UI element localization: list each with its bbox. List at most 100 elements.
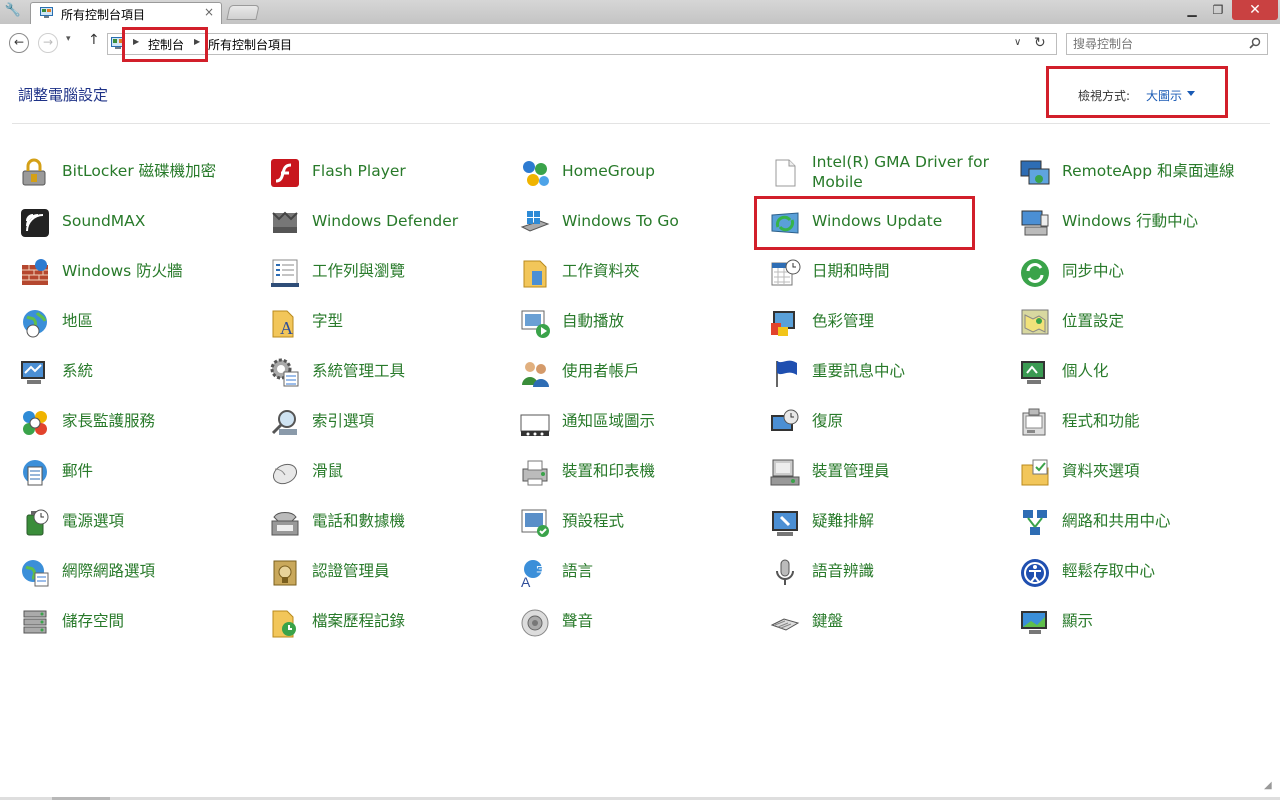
tab-control-panel[interactable]: 所有控制台項目 × [30,2,222,24]
item-ease-of-access[interactable]: 輕鬆存取中心 [1017,548,1267,598]
control-panel-icon [40,7,53,18]
item-remoteapp[interactable]: RemoteApp 和桌面連線 [1017,148,1267,198]
view-by-dropdown[interactable]: 大圖示 [1146,87,1182,104]
item-user-accounts[interactable]: 使用者帳戶 [517,348,767,398]
item-date-time[interactable]: 日期和時間 [767,248,1017,298]
item-label: 檔案歷程記錄 [312,612,406,630]
item-notification-area[interactable]: 通知區域圖示 [517,398,767,448]
item-firewall[interactable]: Windows 防火牆 [17,248,267,298]
family-safety-icon [19,407,51,439]
item-sync-center[interactable]: 同步中心 [1017,248,1267,298]
item-system[interactable]: 系統 [17,348,267,398]
forward-button[interactable]: → [38,33,58,53]
resize-grip-icon[interactable]: ◢ [1264,780,1272,791]
item-family-safety[interactable]: 家長監護服務 [17,398,267,448]
item-mail[interactable]: 郵件 [17,448,267,498]
item-storage-spaces[interactable]: 儲存空間 [17,598,267,648]
item-file-history[interactable]: 檔案歷程記錄 [267,598,517,648]
item-homegroup[interactable]: HomeGroup [517,148,767,198]
item-intel-driver[interactable]: Intel(R) GMA Driver for Mobile [767,148,1017,198]
item-label: 系統 [62,362,94,380]
breadcrumb-separator-icon[interactable]: ▶ [133,37,139,46]
item-label: 重要訊息中心 [812,362,906,380]
item-windows-update[interactable]: Windows Update [767,198,1017,248]
item-location[interactable]: 位置設定 [1017,298,1267,348]
item-bitlocker[interactable]: BitLocker 磁碟機加密 [17,148,267,198]
item-power-options[interactable]: 電源選項 [17,498,267,548]
item-defender[interactable]: Windows Defender [267,198,517,248]
minimize-button[interactable]: ▁ [1180,0,1204,20]
network-sharing-icon [1019,507,1051,539]
chevron-down-icon[interactable] [1187,91,1195,96]
address-bar[interactable]: ▶ 控制台 ▶ 所有控制台項目 ∨ ↻ [107,33,1057,55]
up-button[interactable]: ↑ [88,32,100,48]
item-soundmax[interactable]: SoundMAX [17,198,267,248]
item-devices-printers[interactable]: 裝置和印表機 [517,448,767,498]
item-speech-recognition[interactable]: 語音辨識 [767,548,1017,598]
item-language[interactable]: A 字語言 [517,548,767,598]
item-credential-manager[interactable]: 認證管理員 [267,548,517,598]
item-network-sharing[interactable]: 網路和共用中心 [1017,498,1267,548]
item-windows-to-go[interactable]: Windows To Go [517,198,767,248]
item-label: 日期和時間 [812,262,890,280]
breadcrumb-separator-icon[interactable]: ▶ [194,37,200,46]
item-personalization[interactable]: 個人化 [1017,348,1267,398]
search-input[interactable] [1073,36,1243,52]
item-color-management[interactable]: 色彩管理 [767,298,1017,348]
language-icon: A字 [519,557,551,589]
item-action-center[interactable]: 重要訊息中心 [767,348,1017,398]
item-fonts[interactable]: A 字型 [267,298,517,348]
item-admin-tools[interactable]: 系統管理工具 [267,348,517,398]
item-label: 電話和數據機 [312,512,406,530]
item-label: SoundMAX [62,212,146,230]
view-by-label: 檢視方式: [1078,89,1131,103]
item-sound[interactable]: 聲音 [517,598,767,648]
item-label: Windows 行動中心 [1062,212,1199,230]
item-keyboard[interactable]: 鍵盤 [767,598,1017,648]
item-default-programs[interactable]: 預設程式 [517,498,767,548]
item-autoplay[interactable]: 自動播放 [517,298,767,348]
item-label: 地區 [62,312,94,330]
search-box[interactable] [1066,33,1268,55]
item-recovery[interactable]: 復原 [767,398,1017,448]
svg-text:A: A [280,318,293,338]
item-taskbar[interactable]: 工作列與瀏覽 [267,248,517,298]
tab-close-icon[interactable]: × [204,5,214,19]
admin-tools-icon [269,357,301,389]
item-flash-player[interactable]: Flash Player [267,148,517,198]
recent-locations-dropdown[interactable]: ▾ [66,34,71,44]
item-label: 字型 [312,312,344,330]
sound-icon [519,607,551,639]
maximize-button[interactable]: ❐ [1206,0,1230,20]
breadcrumb-control-panel[interactable]: 控制台 [148,36,184,53]
item-phone-modem[interactable]: 電話和數據機 [267,498,517,548]
item-troubleshooting[interactable]: 疑難排解 [767,498,1017,548]
item-label: 個人化 [1062,362,1109,380]
item-display[interactable]: 顯示 [1017,598,1267,648]
item-region[interactable]: 地區 [17,298,267,348]
search-icon[interactable] [1249,37,1261,49]
item-mobility-center[interactable]: Windows 行動中心 [1017,198,1267,248]
refresh-icon[interactable]: ↻ [1034,35,1046,51]
item-label: Windows To Go [562,212,679,230]
wrench-icon[interactable]: 🔧 [4,2,22,20]
item-mouse[interactable]: 滑鼠 [267,448,517,498]
devices-printers-icon [519,457,551,489]
item-label: 滑鼠 [312,462,344,480]
back-button[interactable]: ← [9,33,29,53]
flash-player-icon [269,157,301,189]
item-device-manager[interactable]: 裝置管理員 [767,448,1017,498]
breadcrumb-all-items[interactable]: 所有控制台項目 [208,36,292,53]
fonts-icon: A [269,307,301,339]
close-button[interactable]: ✕ [1232,0,1278,20]
item-label: RemoteApp 和桌面連線 [1062,162,1235,180]
item-internet-options[interactable]: 網際網路選項 [17,548,267,598]
item-programs-features[interactable]: 程式和功能 [1017,398,1267,448]
item-work-folders[interactable]: 工作資料夾 [517,248,767,298]
address-dropdown-icon[interactable]: ∨ [1014,37,1021,48]
item-indexing[interactable]: 索引選項 [267,398,517,448]
soundmax-icon [19,207,51,239]
item-label: 鍵盤 [812,612,844,630]
new-tab-button[interactable] [226,5,260,20]
item-folder-options[interactable]: 資料夾選項 [1017,448,1267,498]
